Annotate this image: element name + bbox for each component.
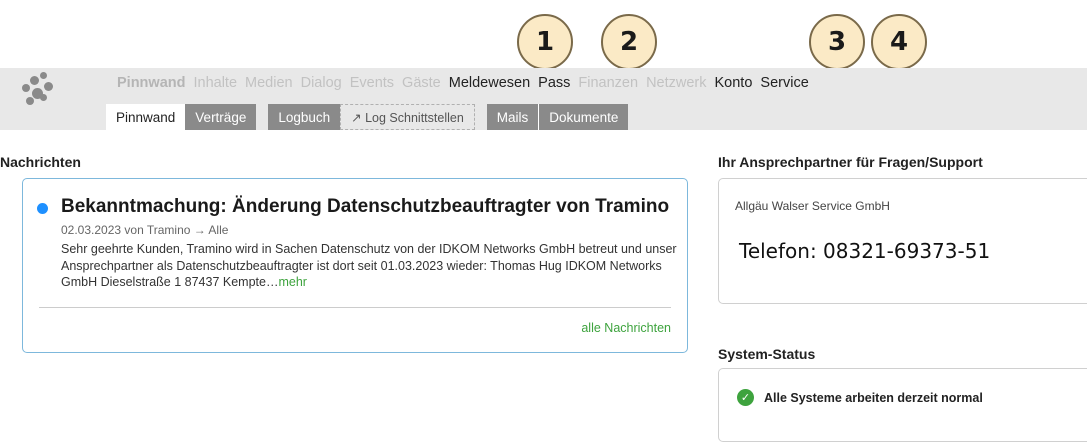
news-card: Bekanntmachung: Änderung Datenschutzbeau… [22, 178, 688, 353]
check-circle-icon: ✓ [737, 389, 754, 406]
tab-pinnwand[interactable]: Pinnwand [106, 104, 186, 130]
nav-item-service[interactable]: Service [760, 75, 808, 91]
tramino-logo-icon[interactable] [18, 70, 56, 110]
news-meta: 02.03.2023 von Tramino → Alle [61, 223, 229, 237]
unread-dot-icon [37, 203, 48, 214]
tab-log-schnittstellen[interactable]: ↗ Log Schnittstellen [340, 104, 475, 130]
news-title[interactable]: Bekanntmachung: Änderung Datenschutzbeau… [61, 196, 669, 218]
read-more-link[interactable]: mehr [278, 275, 306, 289]
top-navigation-bar: Pinnwand Inhalte Medien Dialog Events Gä… [0, 68, 1087, 130]
nav-item-pass[interactable]: Pass [538, 75, 570, 91]
all-news-link[interactable]: alle Nachrichten [581, 321, 671, 335]
nav-item-finanzen[interactable]: Finanzen [578, 75, 638, 91]
callout-marker-4: 4 [871, 14, 927, 70]
nav-item-konto[interactable]: Konto [715, 75, 753, 91]
news-body-text: Sehr geehrte Kunden, Tramino wird in Sac… [61, 242, 677, 289]
main-navigation: Pinnwand Inhalte Medien Dialog Events Gä… [117, 72, 817, 94]
nav-item-events[interactable]: Events [350, 75, 394, 91]
nav-item-inhalte[interactable]: Inhalte [193, 75, 237, 91]
news-divider [39, 307, 671, 308]
status-section-title: System-Status [718, 346, 816, 362]
tab-dokumente[interactable]: Dokumente [539, 104, 629, 130]
nav-item-gaeste[interactable]: Gäste [402, 75, 441, 91]
contact-section-title: Ihr Ansprechpartner für Fragen/Support [718, 154, 983, 170]
news-body: Sehr geehrte Kunden, Tramino wird in Sac… [61, 241, 681, 291]
contact-phone: Telefon: 08321-69373-51 [739, 239, 991, 263]
contact-card: Allgäu Walser Service GmbH Telefon: 0832… [718, 178, 1087, 304]
nav-item-medien[interactable]: Medien [245, 75, 293, 91]
nav-item-dialog[interactable]: Dialog [301, 75, 342, 91]
callout-marker-2: 2 [601, 14, 657, 70]
tab-vertraege[interactable]: Verträge [185, 104, 257, 130]
nav-item-meldewesen[interactable]: Meldewesen [449, 75, 530, 91]
tab-logbuch[interactable]: Logbuch [268, 104, 341, 130]
nav-item-netzwerk[interactable]: Netzwerk [646, 75, 706, 91]
sub-navigation: Pinnwand Verträge Logbuch ↗ Log Schnitts… [106, 104, 629, 130]
tab-mails[interactable]: Mails [486, 104, 539, 130]
status-card: ✓ Alle Systeme arbeiten derzeit normal [718, 368, 1087, 442]
callout-marker-1: 1 [517, 14, 573, 70]
nav-item-pinnwand[interactable]: Pinnwand [117, 75, 185, 91]
contact-company: Allgäu Walser Service GmbH [735, 199, 890, 213]
callout-marker-3: 3 [809, 14, 865, 70]
news-section-title: Nachrichten [0, 154, 81, 170]
status-text: Alle Systeme arbeiten derzeit normal [764, 390, 983, 405]
status-row: ✓ Alle Systeme arbeiten derzeit normal [737, 389, 983, 406]
